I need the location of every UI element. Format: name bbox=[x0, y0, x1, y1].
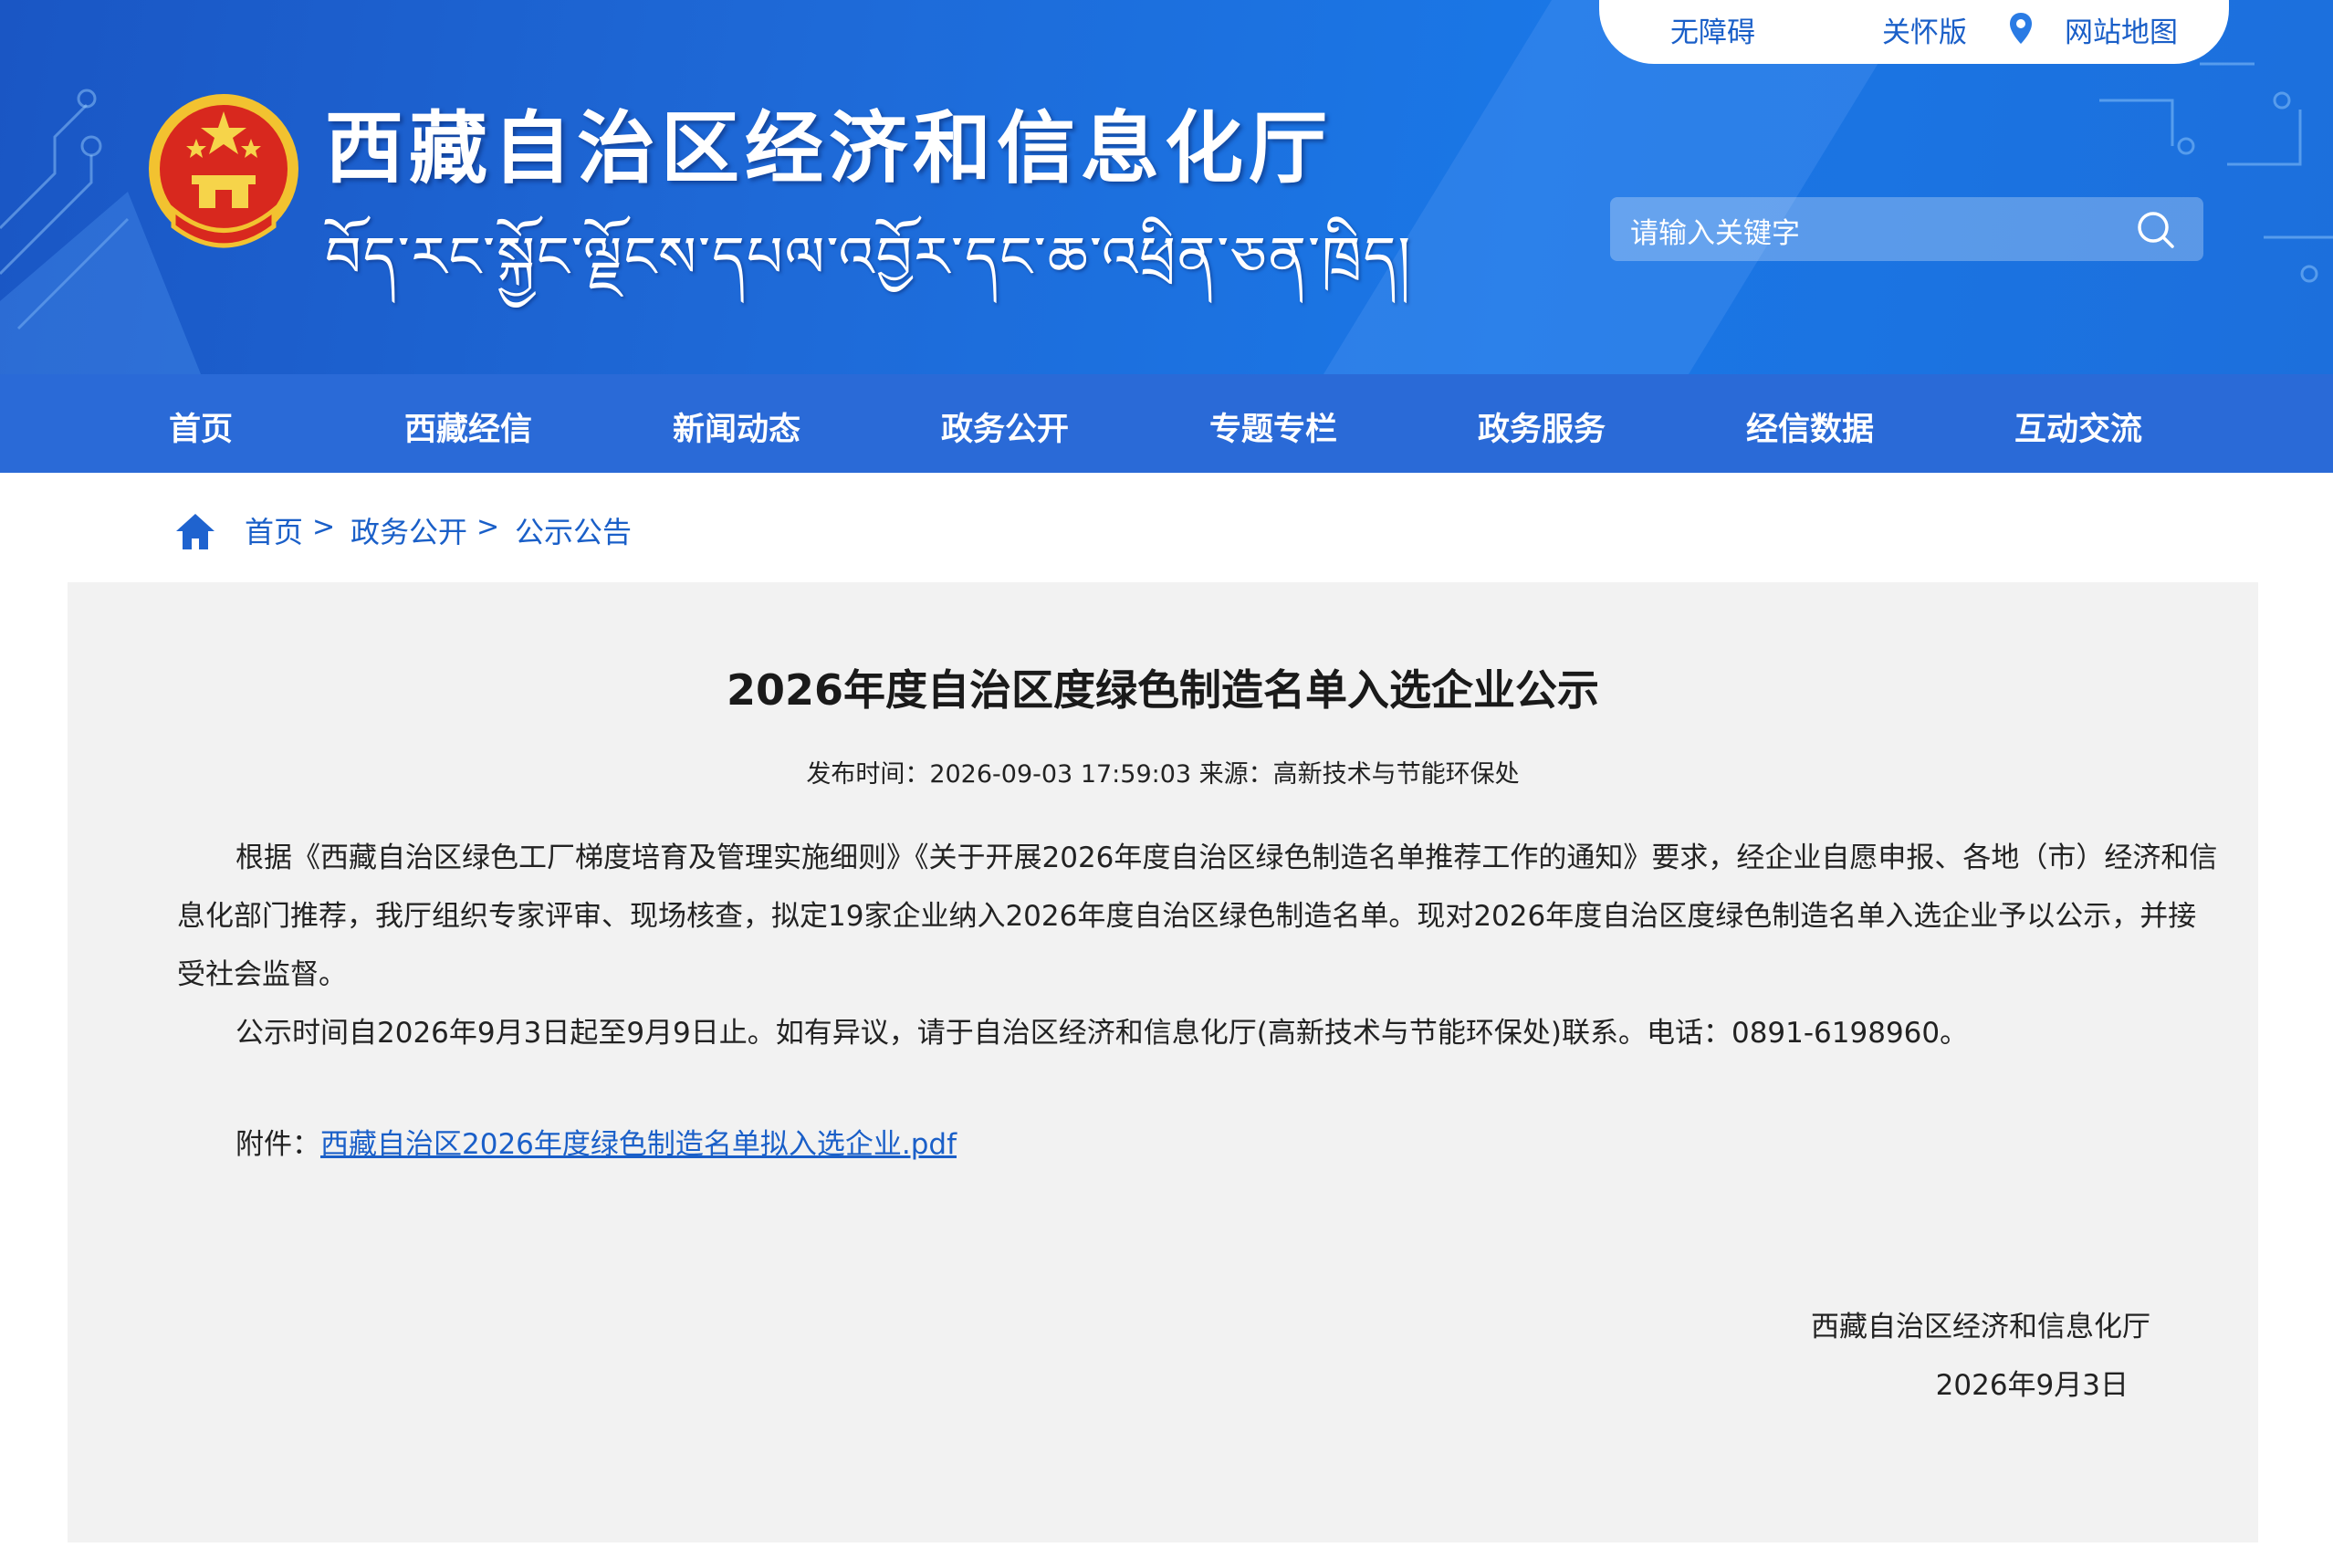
accessibility-link[interactable]: 无障碍 bbox=[1670, 9, 1755, 50]
search-box[interactable]: 请输入关键字 bbox=[1610, 197, 2203, 261]
nav-item-government-affairs[interactable]: 政务公开 bbox=[941, 403, 1069, 450]
elderly-mode-link[interactable]: 关怀版 bbox=[1882, 9, 1967, 50]
location-pin-icon bbox=[2010, 13, 2032, 44]
article-paragraph: 公示时间自2026年9月3日起至9月9日止。如有异议，请于自治区经济和信息化厅(… bbox=[235, 1017, 1969, 1050]
nav-item-xizang-jingxin[interactable]: 西藏经信 bbox=[404, 403, 532, 450]
site-subtitle-tibetan: བོད་རང་སྐྱོང་ལྗོངས་དཔལ་འབྱོར་དང་ཆ་འཕྲིན་… bbox=[325, 224, 1413, 290]
sitemap-link[interactable]: 网站地图 bbox=[2065, 9, 2178, 50]
attachment-row: 附件：西藏自治区2026年度绿色制造名单拟入选企业.pdf bbox=[235, 1121, 957, 1162]
main-nav: 首页 西藏经信 新闻动态 政务公开 专题专栏 政务服务 经信数据 互动交流 bbox=[0, 374, 2333, 473]
search-input[interactable]: 请输入关键字 bbox=[1630, 210, 1800, 251]
top-links-bar: 无障碍 关怀版 网站地图 bbox=[1599, 0, 2229, 64]
nav-item-news[interactable]: 新闻动态 bbox=[673, 403, 800, 450]
home-icon[interactable] bbox=[173, 511, 217, 551]
signature-date: 2026年9月3日 bbox=[1935, 1369, 2129, 1402]
nav-item-data[interactable]: 经信数据 bbox=[1746, 403, 1874, 450]
breadcrumb-separator: > bbox=[312, 511, 336, 543]
article-title: 2026年度自治区度绿色制造名单入选企业公示 bbox=[726, 665, 1600, 715]
site-title: 西藏自治区经济和信息化厅 bbox=[325, 103, 1333, 194]
header-banner: 西藏自治区经济和信息化厅 བོད་རང་སྐྱོང་ལྗོངས་དཔལ་འབྱོ… bbox=[0, 0, 2333, 374]
nav-item-special-topics[interactable]: 专题专栏 bbox=[1209, 403, 1337, 450]
breadcrumb-separator: > bbox=[476, 511, 500, 543]
breadcrumb-announcements[interactable]: 公示公告 bbox=[515, 509, 632, 551]
breadcrumb-government-affairs[interactable]: 政务公开 bbox=[350, 509, 467, 551]
nav-item-interaction[interactable]: 互动交流 bbox=[2014, 403, 2142, 450]
national-emblem-icon bbox=[149, 94, 298, 248]
article-meta: 发布时间：2026-09-03 17:59:03 来源：高新技术与节能环保处 bbox=[806, 760, 1520, 789]
article-panel: 2026年度自治区度绿色制造名单入选企业公示 发布时间：2026-09-03 1… bbox=[68, 582, 2258, 1542]
signature-org: 西藏自治区经济和信息化厅 bbox=[1811, 1311, 2150, 1343]
breadcrumb-home[interactable]: 首页 bbox=[245, 509, 303, 551]
search-icon[interactable] bbox=[2136, 210, 2176, 250]
article-paragraph: 根据《西藏自治区绿色工厂梯度培育及管理实施细则》《关于开展2026年度自治区绿色… bbox=[177, 841, 2218, 991]
nav-item-home[interactable]: 首页 bbox=[169, 403, 233, 450]
attachment-link[interactable]: 西藏自治区2026年度绿色制造名单拟入选企业.pdf bbox=[320, 1128, 957, 1161]
nav-item-services[interactable]: 政务服务 bbox=[1478, 403, 1606, 450]
attachment-label: 附件： bbox=[235, 1128, 320, 1161]
